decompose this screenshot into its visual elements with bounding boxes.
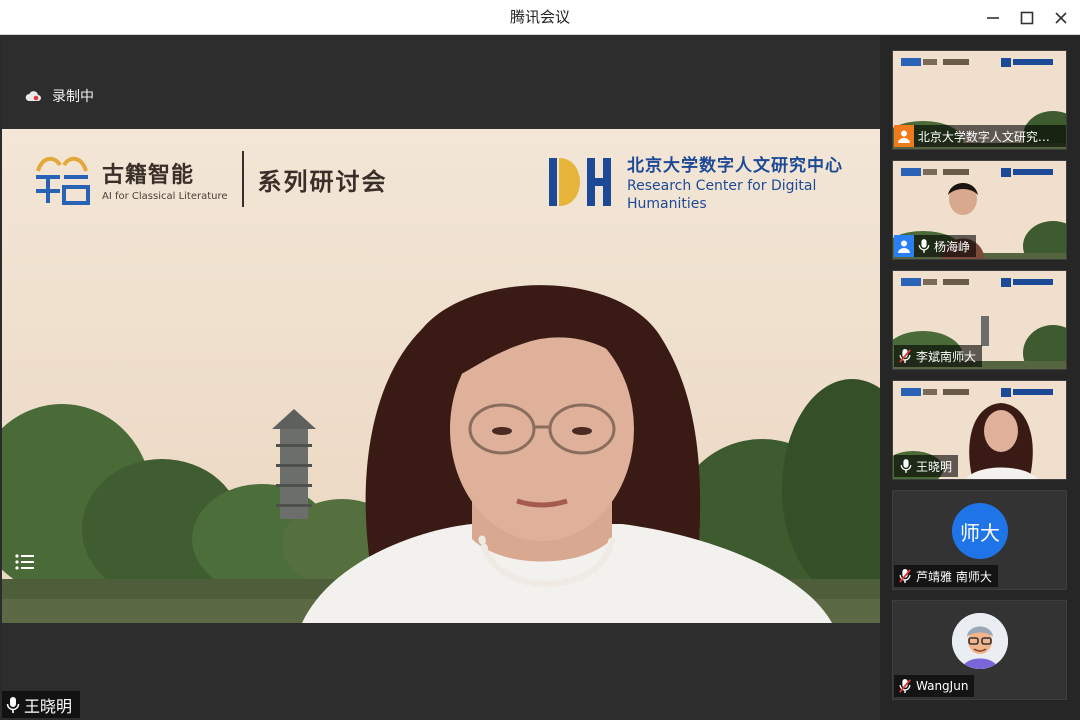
main-video-stage[interactable]: 录制中 古籍智能 AI for Classical Literature 系列研… bbox=[2, 36, 880, 720]
participant-label: 芦靖雅 南师大 bbox=[894, 565, 998, 587]
speaker-name-tag: 王晓明 bbox=[2, 691, 81, 718]
participant-tile[interactable]: 北京大学数字人文研究中... bbox=[892, 50, 1067, 150]
mic-muted-icon bbox=[899, 569, 911, 583]
participant-tile[interactable]: 师大 芦靖雅 南师大 bbox=[892, 490, 1067, 590]
user-icon bbox=[898, 240, 910, 253]
banner-divider bbox=[241, 151, 244, 207]
avatar: 师大 bbox=[952, 503, 1008, 559]
participant-label: 王晓明 bbox=[894, 455, 959, 477]
maximize-icon bbox=[1020, 11, 1034, 24]
participant-tile[interactable]: 王晓明 bbox=[892, 380, 1067, 480]
participant-label: WangJun bbox=[894, 675, 975, 697]
cloud-icon bbox=[25, 91, 41, 101]
dh-logo-icon bbox=[549, 157, 611, 206]
close-icon bbox=[1055, 11, 1067, 24]
close-button[interactable] bbox=[1044, 0, 1078, 35]
cartoon-avatar-icon bbox=[952, 613, 1008, 669]
mic-icon bbox=[900, 459, 912, 473]
host-badge bbox=[894, 125, 914, 147]
classical-logo-icon bbox=[36, 156, 90, 205]
participant-name: 王晓明 bbox=[916, 459, 953, 474]
mic-muted-icon bbox=[899, 679, 911, 693]
minimize-icon bbox=[987, 16, 999, 19]
dh-subtitle-line1: Research Center for Digital bbox=[627, 178, 817, 194]
minimize-button[interactable] bbox=[976, 0, 1010, 35]
participant-label: 李斌南师大 bbox=[894, 345, 983, 367]
dh-subtitle-line2: Humanities bbox=[627, 196, 707, 212]
user-badge bbox=[894, 235, 914, 257]
participant-tile[interactable]: WangJun bbox=[892, 600, 1067, 700]
participant-panel: 北京大学数字人文研究中... 杨海峥 李斌南师大 王晓明 师大 芦靖雅 南师大 … bbox=[880, 36, 1080, 720]
avatar bbox=[952, 613, 1008, 669]
participant-name: 杨海峥 bbox=[934, 239, 971, 254]
participant-tile[interactable]: 杨海峥 bbox=[892, 160, 1067, 260]
recording-indicator: 录制中 bbox=[24, 86, 94, 106]
list-icon[interactable] bbox=[14, 551, 36, 573]
recording-label: 录制中 bbox=[52, 89, 94, 105]
user-icon bbox=[897, 130, 910, 143]
participant-name: 芦靖雅 南师大 bbox=[916, 569, 992, 584]
window-title: 腾讯会议 bbox=[509, 8, 570, 26]
speaker-name: 王晓明 bbox=[24, 696, 73, 716]
dh-title: 北京大学数字人文研究中心 bbox=[627, 156, 843, 176]
participant-name: 李斌南师大 bbox=[916, 349, 977, 364]
participant-label: 杨海峥 bbox=[894, 235, 977, 257]
mic-icon bbox=[6, 696, 20, 713]
speaker-video: 古籍智能 AI for Classical Literature 系列研讨会 北… bbox=[2, 129, 880, 623]
brand-subtitle: AI for Classical Literature bbox=[102, 190, 228, 202]
participant-name: WangJun bbox=[916, 679, 969, 693]
brand-title: 古籍智能 bbox=[102, 162, 195, 188]
series-title: 系列研讨会 bbox=[257, 167, 388, 196]
participant-name: 北京大学数字人文研究中... bbox=[917, 129, 1060, 144]
banner-right: 北京大学数字人文研究中心 Research Center for Digital… bbox=[547, 151, 843, 212]
mic-muted-icon bbox=[899, 349, 911, 363]
title-bar: 腾讯会议 bbox=[0, 0, 1080, 35]
participant-label: 北京大学数字人文研究中... bbox=[894, 125, 1066, 147]
banner-left: 古籍智能 AI for Classical Literature 系列研讨会 bbox=[30, 151, 388, 207]
mic-icon bbox=[918, 239, 930, 253]
maximize-button[interactable] bbox=[1010, 0, 1044, 35]
participant-tile[interactable]: 李斌南师大 bbox=[892, 270, 1067, 370]
